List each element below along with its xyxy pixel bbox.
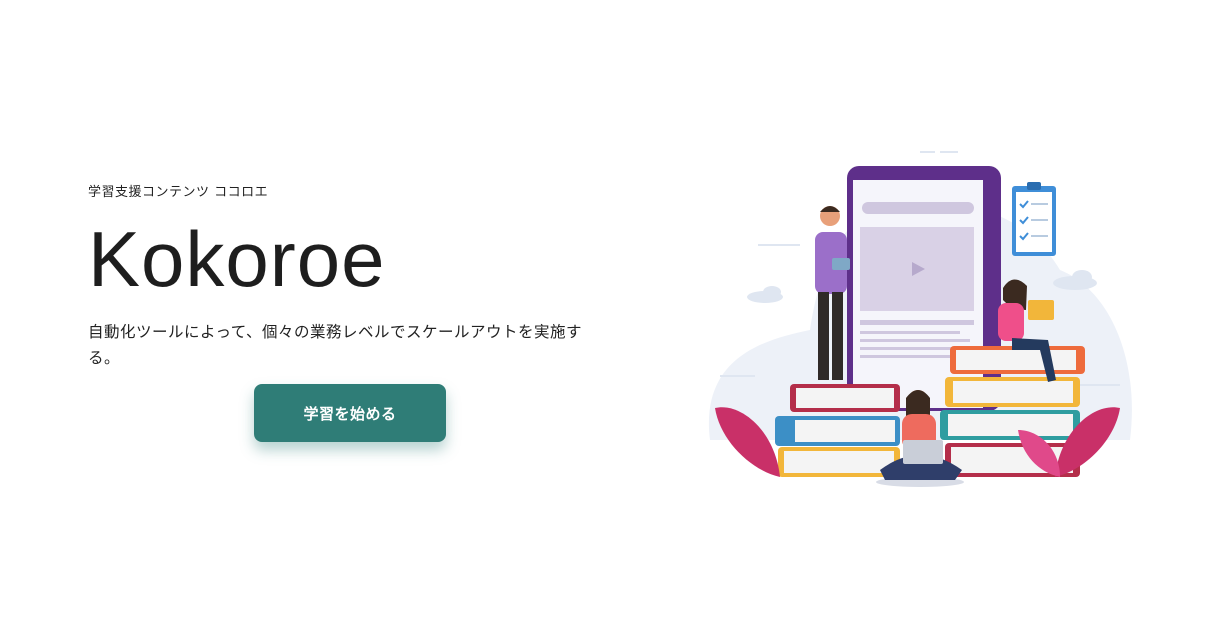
book-stack-left <box>775 384 900 477</box>
checklist-icon <box>1012 182 1056 256</box>
study-illustration <box>708 151 1132 487</box>
hero-title: Kokoroe <box>88 215 386 303</box>
hero-description: 自動化ツールによって、個々の業務レベルでスケールアウトを実施する。 <box>88 323 582 367</box>
hero-text: 学習支援コンテンツ ココロエ Kokoroe 自動化ツールによって、個々の業務レ… <box>88 183 608 371</box>
start-learning-button[interactable]: 学習を始める <box>254 384 446 442</box>
hero-eyebrow: 学習支援コンテンツ ココロエ <box>88 185 269 200</box>
book-icon <box>1028 300 1054 320</box>
laptop-icon <box>903 440 943 464</box>
